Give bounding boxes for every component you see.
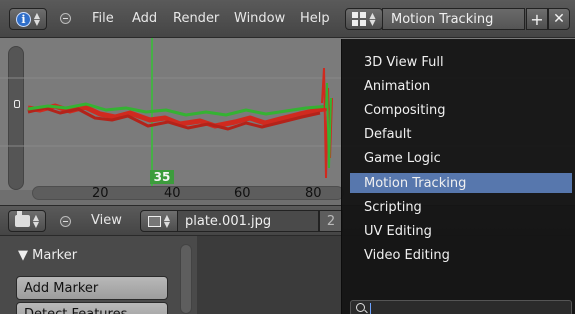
menu-item-animation[interactable]: Animation <box>350 76 572 96</box>
menu-item-uv-editing[interactable]: UV Editing <box>350 221 572 241</box>
up-down-arrows-icon: ▲ ▼ <box>32 213 40 229</box>
menu-search-field[interactable] <box>350 300 572 314</box>
detect-features-button[interactable]: Detect Features <box>16 302 168 314</box>
menu-item-video-editing[interactable]: Video Editing <box>350 245 572 265</box>
up-down-arrows-icon: ▲ ▼ <box>163 213 171 229</box>
ruler-tick-label: 80 <box>305 186 322 201</box>
menu-item-compositing[interactable]: Compositing <box>350 100 572 120</box>
current-frame-badge: 35 <box>150 170 174 184</box>
add-marker-button[interactable]: Add Marker <box>16 276 168 300</box>
screen-layout-name-field[interactable]: Motion Tracking <box>382 8 525 30</box>
menu-item-scripting[interactable]: Scripting <box>350 197 572 217</box>
ruler-tick-label: 20 <box>92 186 109 201</box>
up-down-arrows-icon: ▲ ▼ <box>33 11 41 27</box>
menu-render[interactable]: Render <box>173 11 219 26</box>
menu-item-motion-tracking[interactable]: Motion Tracking <box>350 173 572 193</box>
clip-editor-type-button[interactable]: ▲ ▼ <box>8 210 46 232</box>
menu-add[interactable]: Add <box>132 11 157 26</box>
collapse-menus-icon[interactable] <box>60 13 71 24</box>
menu-item-3d-view-full[interactable]: 3D View Full <box>350 52 572 72</box>
main-header: i ▲ ▼ File Add Render Window Help ▲ ▼ Moti… <box>0 0 575 38</box>
menu-item-game-logic[interactable]: Game Logic <box>350 148 572 168</box>
layout-grid-icon <box>352 12 367 26</box>
movie-clip-icon <box>14 211 30 227</box>
search-icon <box>356 303 365 312</box>
panel-header-marker[interactable]: ▼ Marker <box>18 248 77 263</box>
text-cursor <box>370 303 371 314</box>
editor-type-button[interactable]: i ▲ ▼ <box>9 8 47 30</box>
add-screen-button[interactable]: + <box>526 8 548 30</box>
clip-browse-button[interactable]: ▲ ▼ <box>140 210 178 232</box>
info-icon: i <box>15 11 31 27</box>
plus-icon: + <box>530 9 544 29</box>
menu-window[interactable]: Window <box>234 11 285 26</box>
clip-name-field[interactable]: plate.001.jpg <box>177 210 319 232</box>
clip-users-count[interactable]: 2 <box>319 210 343 232</box>
menu-item-default[interactable]: Default <box>350 124 572 144</box>
close-icon: ✕ <box>553 11 565 27</box>
up-down-arrows-icon: ▲ ▼ <box>369 11 376 27</box>
ruler-tick-label: 40 <box>164 186 181 201</box>
collapse-triangle-icon: ▼ <box>18 248 28 263</box>
menu-help[interactable]: Help <box>300 11 330 26</box>
menu-file[interactable]: File <box>92 11 114 26</box>
tool-panel: ▼ Marker Add Marker Detect Features <box>0 236 197 314</box>
ruler-tick-label: 60 <box>234 186 251 201</box>
collapse-menus-icon[interactable] <box>60 216 71 227</box>
horizontal-scrollbar[interactable] <box>32 186 344 200</box>
delete-screen-button[interactable]: ✕ <box>548 8 570 30</box>
image-icon <box>147 215 161 227</box>
screen-layout-menu: 3D View Full Animation Compositing Defau… <box>341 39 575 314</box>
menu-view[interactable]: View <box>91 213 122 228</box>
screen-layout-browse-button[interactable]: ▲ ▼ <box>345 8 383 30</box>
panel-title: Marker <box>32 248 78 263</box>
tool-panel-scrollbar[interactable] <box>180 244 192 314</box>
